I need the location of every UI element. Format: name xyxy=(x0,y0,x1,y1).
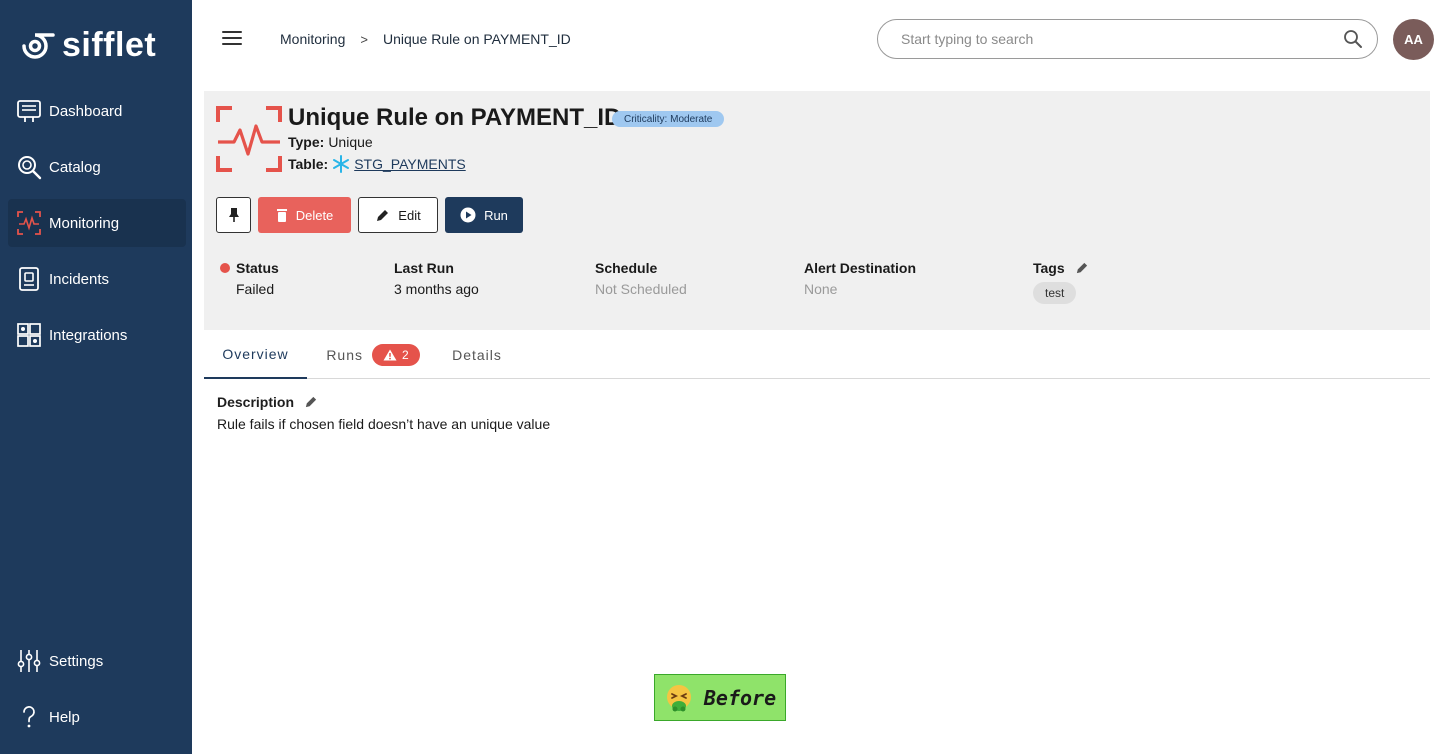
help-question-icon xyxy=(16,704,42,730)
description-text: Rule fails if chosen field doesn’t have … xyxy=(217,416,551,432)
tab-details[interactable]: Details xyxy=(438,331,516,378)
status-dot-icon xyxy=(220,263,230,273)
rule-table: Table: STG_PAYMENTS xyxy=(288,155,466,173)
catalog-search-icon xyxy=(16,154,42,180)
alert-destination-value: None xyxy=(804,281,838,297)
runs-count: 2 xyxy=(402,347,409,362)
breadcrumb-current: Unique Rule on PAYMENT_ID xyxy=(382,31,571,47)
brand-name: sifflet xyxy=(62,26,157,64)
tab-runs-label: Runs xyxy=(326,346,363,363)
sidebar-item-monitoring[interactable]: Monitoring xyxy=(8,199,186,247)
tab-bar: Overview Runs 2 Details xyxy=(204,331,1430,379)
edit-tags-pencil-icon[interactable] xyxy=(1075,261,1089,275)
sidebar-item-label: Dashboard xyxy=(49,102,123,120)
sidebar-item-label: Integrations xyxy=(49,326,128,344)
tab-overview[interactable]: Overview xyxy=(204,331,307,379)
chevron-right-icon: > xyxy=(360,31,368,47)
type-label: Type: xyxy=(288,134,325,150)
sidebar-item-label: Catalog xyxy=(49,158,101,176)
tab-runs[interactable]: Runs 2 xyxy=(323,331,423,378)
status-field: Status Failed xyxy=(220,260,279,297)
description-title: Description xyxy=(217,394,295,410)
avatar[interactable]: AA xyxy=(1393,19,1434,60)
type-value: Unique xyxy=(328,134,373,150)
alert-destination-label: Alert Destination xyxy=(804,260,917,276)
nauseated-face-icon xyxy=(666,684,691,711)
last-run-value: 3 months ago xyxy=(394,281,479,297)
pin-icon xyxy=(228,208,239,222)
sifflet-logo-icon xyxy=(22,32,55,59)
last-run-label: Last Run xyxy=(394,260,454,276)
status-label: Status xyxy=(236,260,279,276)
monitoring-pulse-icon xyxy=(216,106,282,172)
table-label: Table: xyxy=(288,156,329,172)
sifflet-logo[interactable]: sifflet xyxy=(20,26,156,65)
sidebar-item-incidents[interactable]: Incidents xyxy=(8,255,186,303)
edit-description-pencil-icon[interactable] xyxy=(304,395,318,409)
last-run-field: Last Run 3 months ago xyxy=(394,260,479,297)
run-label: Run xyxy=(484,207,508,223)
tag-chip[interactable]: test xyxy=(1033,282,1077,304)
rule-header-panel: Unique Rule on PAYMENT_ID Criticality: M… xyxy=(204,91,1430,330)
sidebar-item-label: Help xyxy=(49,708,80,726)
status-value: Failed xyxy=(236,281,275,297)
pencil-icon xyxy=(377,209,389,221)
sidebar-item-label: Settings xyxy=(49,652,104,670)
integrations-icon xyxy=(16,322,42,348)
run-button[interactable]: Run xyxy=(445,197,523,233)
alert-destination-field: Alert Destination None xyxy=(804,260,916,297)
sidebar-item-catalog[interactable]: Catalog xyxy=(8,143,186,191)
search-bar xyxy=(877,19,1378,59)
before-label-badge: Before xyxy=(654,674,786,721)
sidebar-item-label: Monitoring xyxy=(49,214,120,232)
breadcrumb: Monitoring > Unique Rule on PAYMENT_ID xyxy=(280,31,571,47)
search-icon[interactable] xyxy=(1343,29,1363,49)
delete-label: Delete xyxy=(295,207,334,223)
sidebar-item-settings[interactable]: Settings xyxy=(8,637,186,685)
snowflake-icon xyxy=(333,155,350,173)
description-heading: Description xyxy=(217,394,318,410)
tags-field: Tags test xyxy=(1033,260,1089,304)
sidebar-item-label: Incidents xyxy=(49,270,110,288)
rule-type: Type: Unique xyxy=(288,134,373,150)
sidebar-item-help[interactable]: Help xyxy=(8,693,186,741)
schedule-field: Schedule Not Scheduled xyxy=(595,260,687,297)
pin-button[interactable] xyxy=(216,197,251,233)
edit-button[interactable]: Edit xyxy=(358,197,438,233)
menu-toggle-icon[interactable] xyxy=(222,31,242,47)
sidebar-item-dashboard[interactable]: Dashboard xyxy=(8,87,186,135)
play-circle-icon xyxy=(460,207,476,223)
sidebar: sifflet Dashboard Catalog Monitoring Inc… xyxy=(0,0,192,754)
tags-label: Tags xyxy=(1033,260,1065,276)
page-title: Unique Rule on PAYMENT_ID xyxy=(288,104,622,131)
criticality-badge: Criticality: Moderate xyxy=(612,111,725,127)
monitoring-pulse-icon xyxy=(16,210,42,236)
edit-label: Edit xyxy=(398,207,421,223)
before-label: Before xyxy=(703,685,777,710)
schedule-label: Schedule xyxy=(595,260,658,276)
sidebar-item-integrations[interactable]: Integrations xyxy=(8,311,186,359)
table-link[interactable]: STG_PAYMENTS xyxy=(354,156,466,172)
delete-button[interactable]: Delete xyxy=(258,197,351,233)
schedule-value: Not Scheduled xyxy=(595,281,687,297)
settings-sliders-icon xyxy=(16,648,42,674)
trash-icon xyxy=(276,209,287,222)
breadcrumb-monitoring[interactable]: Monitoring xyxy=(280,31,345,47)
dashboard-icon xyxy=(16,98,42,124)
incidents-icon xyxy=(16,266,42,292)
search-input[interactable] xyxy=(901,31,1343,47)
warning-triangle-icon xyxy=(383,349,397,360)
runs-count-badge: 2 xyxy=(372,343,420,366)
